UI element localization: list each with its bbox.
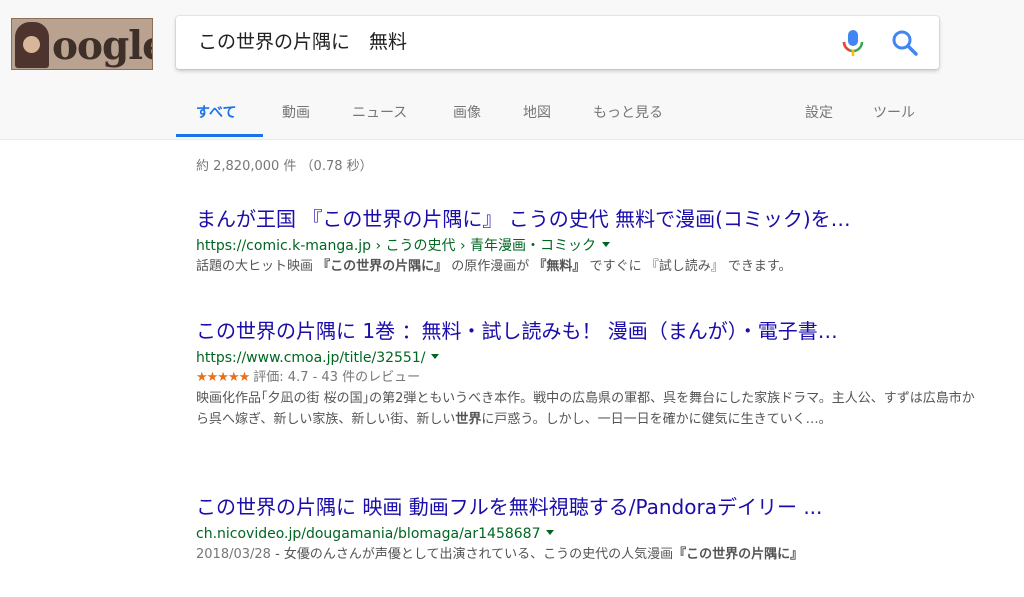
snippet-highlight: 『この世界の片隅に』	[317, 259, 448, 274]
google-doodle-logo[interactable]: oogle	[11, 18, 153, 70]
result-title-link[interactable]: まんが王国 『この世界の片隅に』 こうの史代 無料で漫画(コミック)を…	[196, 206, 976, 232]
search-result: この世界の片隅に 1巻 ：無料・試し読みも！ 漫画（まんが）・電子書… http…	[196, 318, 976, 430]
doodle-portrait	[15, 22, 49, 68]
snippet-highlight: 世界	[455, 412, 482, 427]
top-bar: oogle すべて 動画 ニュース 画像 地図 もっと見る 設定 ツール	[0, 0, 1024, 140]
result-url-text: ch.nicovideo.jp/dougamania/blomaga/ar145…	[196, 526, 541, 542]
tab-maps[interactable]: 地図	[523, 102, 551, 122]
result-title-link[interactable]: この世界の片隅に 1巻 ：無料・試し読みも！ 漫画（まんが）・電子書…	[196, 318, 976, 344]
rating-text: 評価: 4.7 - 43 件のレビュー	[253, 370, 421, 385]
result-url: https://www.cmoa.jp/title/32551/	[196, 348, 976, 368]
search-result: この世界の片隅に 映画 動画フルを無料視聴する/Pandoraデイリー ... …	[196, 494, 976, 565]
result-rating: ★★★★★ 評価: 4.7 - 43 件のレビュー	[196, 368, 976, 388]
tab-video[interactable]: 動画	[282, 102, 310, 122]
snippet-text: の原作漫画が	[447, 259, 534, 274]
result-url-text: https://comic.k-manga.jp › こうの史代 › 青年漫画・…	[196, 238, 597, 254]
snippet-text: 話題の大ヒット映画	[196, 259, 318, 274]
result-title-link[interactable]: この世界の片隅に 映画 動画フルを無料視聴する/Pandoraデイリー ...	[196, 494, 976, 520]
url-dropdown-icon[interactable]	[431, 354, 440, 359]
result-date: 2018/03/28	[196, 547, 271, 562]
search-icon[interactable]	[889, 27, 921, 59]
snippet-text: - 女優のんさんが声優として出演されている、こうの史代の人気漫画	[270, 547, 674, 562]
url-dropdown-icon[interactable]	[546, 530, 555, 535]
result-url: https://comic.k-manga.jp › こうの史代 › 青年漫画・…	[196, 236, 976, 256]
rating-stars-icon: ★★★★★	[196, 370, 250, 385]
result-url-text: https://www.cmoa.jp/title/32551/	[196, 350, 426, 366]
url-dropdown-icon[interactable]	[602, 242, 611, 247]
tab-all[interactable]: すべて	[196, 102, 236, 122]
snippet-highlight: 『無料』	[533, 259, 586, 274]
tab-more[interactable]: もっと見る	[593, 102, 663, 122]
result-url: ch.nicovideo.jp/dougamania/blomaga/ar145…	[196, 524, 976, 544]
search-input[interactable]	[198, 27, 818, 57]
doodle-lettering: oogle	[52, 23, 152, 69]
tab-news[interactable]: ニュース	[352, 102, 407, 122]
search-box	[176, 16, 939, 69]
snippet-highlight: 『この世界の片隅に』	[673, 547, 804, 562]
search-result: まんが王国 『この世界の片隅に』 こうの史代 無料で漫画(コミック)を… htt…	[196, 206, 976, 277]
result-snippet: 話題の大ヒット映画 『この世界の片隅に』 の原作漫画が 『無料』 ですぐに 『試…	[196, 256, 976, 277]
tab-tools[interactable]: ツール	[873, 102, 915, 122]
active-tab-indicator	[176, 134, 263, 137]
microphone-icon[interactable]	[841, 29, 865, 57]
result-stats: 約 2,820,000 件 （0.78 秒）	[196, 159, 373, 174]
tab-images[interactable]: 画像	[453, 102, 481, 122]
snippet-text: に戸惑う。しかし、一日一日を確かに健気に生きていく…。	[481, 412, 832, 427]
snippet-text: ですぐに 『試し読み』 できます。	[585, 259, 792, 274]
search-tabs: すべて 動画 ニュース 画像 地図 もっと見る 設定 ツール	[0, 94, 1024, 140]
tab-settings[interactable]: 設定	[805, 102, 833, 122]
result-snippet: 2018/03/28 - 女優のんさんが声優として出演されている、こうの史代の人…	[196, 544, 976, 565]
result-snippet: 映画化作品｢夕凪の街 桜の国｣の第2弾ともいうべき本作。戦中の広島県の軍都、呉を…	[196, 388, 976, 430]
